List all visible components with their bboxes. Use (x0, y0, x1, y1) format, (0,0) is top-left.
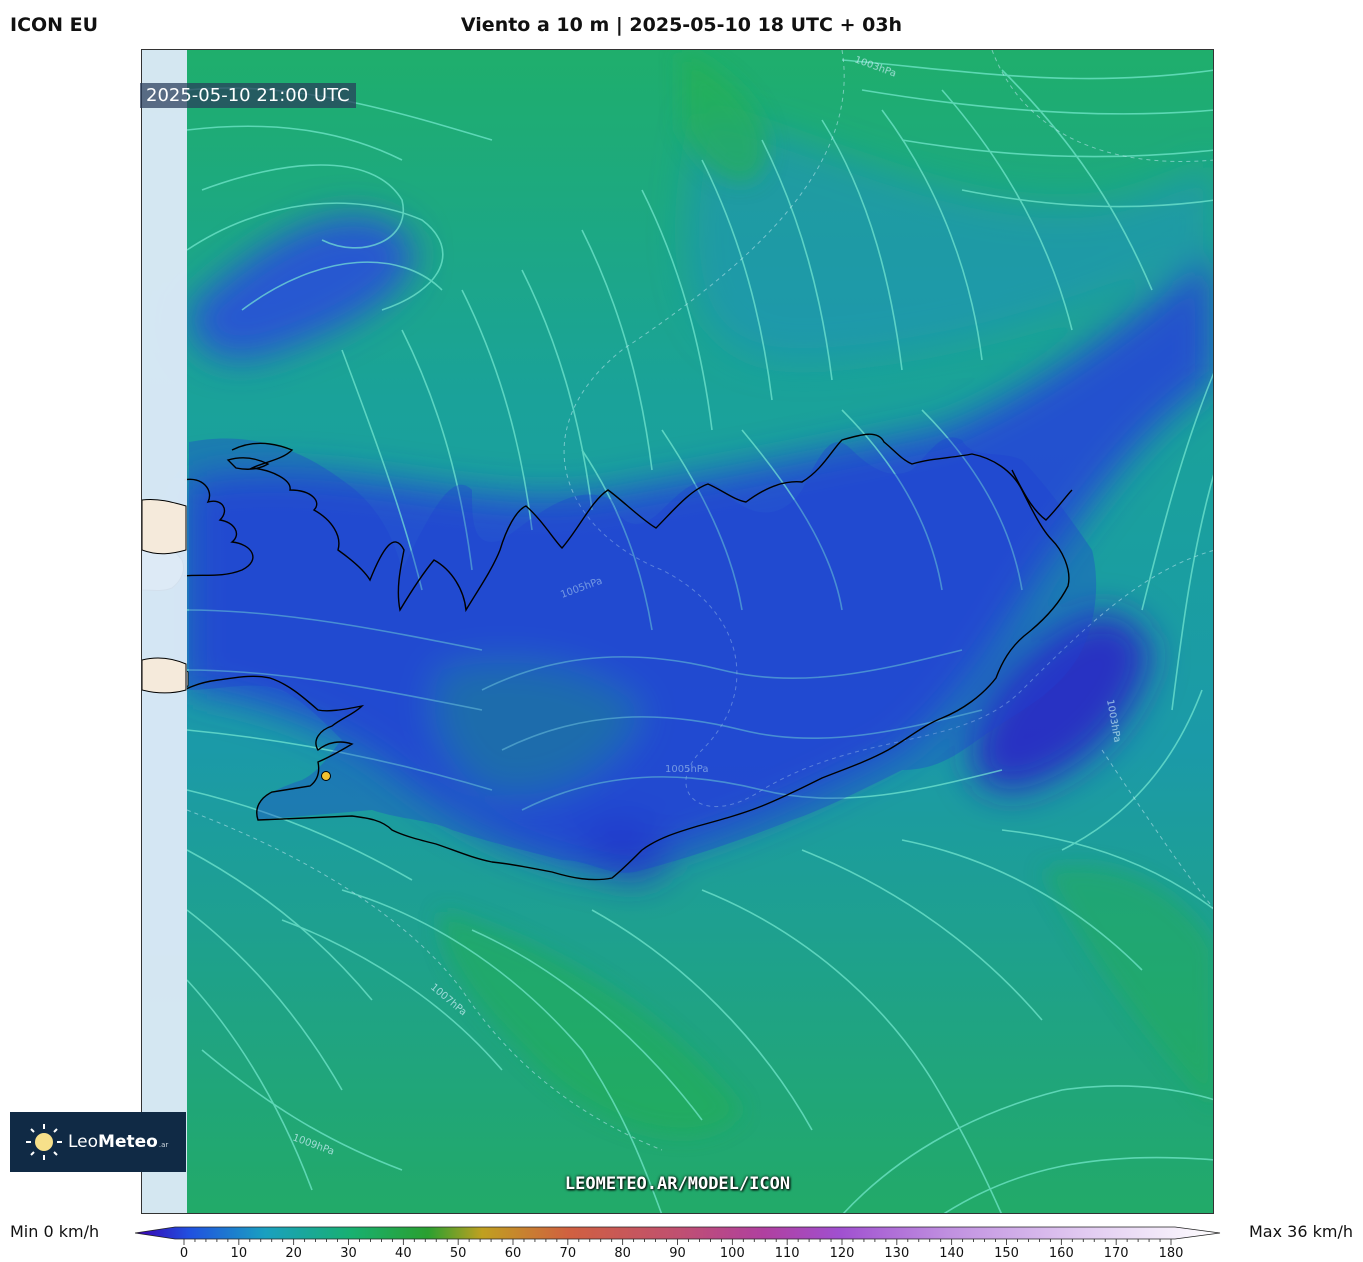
colorbar-tick-label: 150 (994, 1246, 1019, 1261)
colorbar-tick-label: 180 (1158, 1246, 1184, 1261)
colorbar-tick-label: 20 (285, 1246, 302, 1261)
leometeo-logo[interactable]: LeoMeteo.ar (10, 1112, 186, 1172)
colorbar-tick-label: 120 (829, 1246, 855, 1261)
colorbar-tick-label: 110 (774, 1246, 800, 1261)
logo-text: LeoMeteo.ar (68, 1132, 169, 1152)
colorbar-tick-label: 80 (614, 1246, 631, 1261)
colorbar-tick-label: 100 (719, 1246, 745, 1261)
colorbar-tick-label: 70 (559, 1246, 577, 1261)
no-data-strip (142, 50, 187, 1213)
colorbar-tick-label: 30 (340, 1246, 357, 1261)
site-watermark: LEOMETEO.AR/MODEL/ICON (564, 1174, 791, 1194)
colorbar-tick-label: 40 (395, 1246, 412, 1261)
colorbar-tick-label: 160 (1048, 1246, 1074, 1261)
wind-map[interactable]: 1005hPa 1005hPa 1007hPa 1009hPa 1003hPa … (141, 49, 1214, 1214)
legend-max-label: Max 36 km/h (1249, 1222, 1353, 1241)
greenland-coast (142, 499, 187, 555)
colorbar-tick-label: 60 (504, 1246, 522, 1261)
colorbar-tick-label: 130 (884, 1246, 910, 1261)
colorbar-tick-label: 50 (449, 1246, 467, 1261)
colorbar-tick-label: 10 (230, 1246, 248, 1261)
station-marker[interactable] (321, 771, 331, 781)
colorbar-tick-label: 140 (939, 1246, 965, 1261)
legend-min-label: Min 0 km/h (10, 1222, 100, 1241)
wind-speed-colorbar (135, 1226, 1221, 1245)
greenland-coast (142, 657, 187, 694)
chart-title: Viento a 10 m | 2025-05-10 18 UTC + 03h (460, 14, 903, 36)
colorbar-tick-label: 0 (179, 1246, 189, 1261)
colorbar-tick-label: 90 (669, 1246, 686, 1261)
valid-time-badge: 2025-05-10 21:00 UTC (140, 83, 356, 108)
sun-icon (26, 1124, 62, 1160)
colorbar-tick-label: 170 (1103, 1246, 1129, 1261)
